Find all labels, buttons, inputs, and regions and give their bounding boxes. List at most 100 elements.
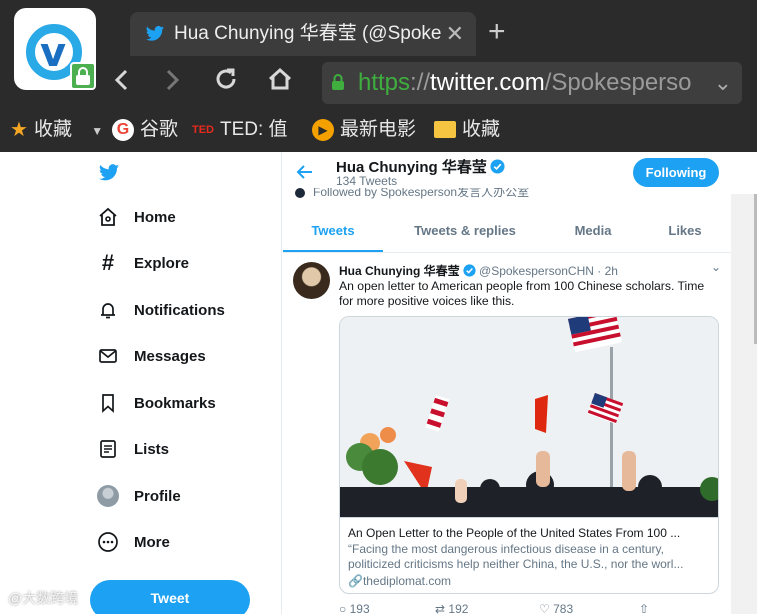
- folder-icon: [434, 121, 456, 139]
- followed-by[interactable]: Followed by Spokesperson发言人办公室: [295, 188, 529, 200]
- sidebar-item-label: Messages: [134, 347, 206, 365]
- twitter-logo-icon[interactable]: [96, 162, 122, 184]
- hashtag-icon: #: [101, 250, 115, 275]
- sidebar-item-lists[interactable]: Lists: [96, 434, 169, 464]
- tab-tweets-replies[interactable]: Tweets & replies: [393, 216, 537, 252]
- lock-icon: [70, 62, 96, 90]
- home-button[interactable]: [262, 64, 298, 102]
- back-arrow-icon[interactable]: [295, 162, 315, 182]
- tweet-button[interactable]: Tweet: [90, 580, 250, 614]
- tab-close-icon[interactable]: ✕: [446, 12, 464, 56]
- share-icon: ⇧: [639, 602, 650, 614]
- profile-icon: [96, 484, 120, 508]
- chevron-down-icon[interactable]: ⌄: [711, 260, 721, 274]
- retweet-icon: ⇄: [435, 602, 446, 614]
- card-link-text: thediplomat.com: [362, 574, 451, 588]
- bookmark-favorites[interactable]: ★ 收藏 ▼: [10, 112, 103, 148]
- bookmark-label: 收藏: [462, 119, 501, 140]
- sidebar-item-profile[interactable]: Profile: [96, 481, 181, 511]
- bookmark-movies[interactable]: ▶ 最新电影: [312, 112, 420, 148]
- tab-media[interactable]: Media: [553, 216, 633, 252]
- sidebar-item-home[interactable]: Home: [96, 202, 176, 232]
- like-count: 783: [553, 602, 574, 614]
- heart-icon: ♡: [539, 602, 550, 614]
- retweet-button[interactable]: ⇄ 192: [435, 602, 468, 614]
- back-arrow-icon: [114, 69, 128, 91]
- bookmark-label: 谷歌: [140, 119, 179, 140]
- list-icon: [96, 437, 120, 461]
- bookmark-ted[interactable]: TED TED: 值: [192, 112, 296, 148]
- url-scheme: https: [358, 69, 411, 96]
- tweet[interactable]: Hua Chunying 华春莹 @SpokespersonCHN · 2h ⌄…: [283, 254, 731, 614]
- sidebar-item-more[interactable]: More: [96, 527, 170, 557]
- browser-tab[interactable]: Hua Chunying 华春莹 (@Spoke ✕: [130, 12, 476, 56]
- tab-tweets[interactable]: Tweets: [283, 216, 383, 252]
- reply-icon: ○: [339, 602, 347, 614]
- bookmark-label: 最新电影: [340, 119, 417, 140]
- link-card[interactable]: An Open Letter to the People of the Unit…: [339, 316, 719, 594]
- reply-count: 193: [349, 602, 370, 614]
- sidebar-item-bookmarks[interactable]: Bookmarks: [96, 388, 216, 418]
- google-icon: G: [112, 118, 134, 141]
- tweet-author[interactable]: Hua Chunying 华春莹: [339, 264, 460, 278]
- sidebar-item-messages[interactable]: Messages: [96, 341, 206, 371]
- forward-button[interactable]: [154, 64, 190, 102]
- followed-by-label: Followed by Spokesperson发言人办公室: [313, 188, 530, 199]
- verified-badge-icon: [463, 264, 476, 277]
- home-browser-icon: [268, 67, 292, 90]
- home-icon: [96, 205, 120, 229]
- avatar: [295, 188, 305, 198]
- bookmark-google[interactable]: G 谷歌: [112, 112, 178, 148]
- twitter-bird-icon: [145, 26, 165, 41]
- envelope-icon: [96, 344, 120, 368]
- following-button[interactable]: Following: [633, 158, 719, 187]
- url-path: /Spokesperso: [544, 69, 692, 96]
- sidebar-item-explore[interactable]: # Explore: [96, 248, 189, 278]
- sidebar-item-label: Lists: [134, 440, 170, 458]
- card-link: 🔗thediplomat.com: [348, 574, 712, 589]
- url-separator: ://: [410, 69, 431, 96]
- reload-icon: [216, 68, 236, 89]
- sidebar-item-label: Profile: [134, 487, 181, 505]
- verified-badge-icon: [490, 159, 505, 174]
- browser-chrome: v Hua Chunying 华春莹 (@Spoke ✕ + https://t…: [0, 0, 757, 152]
- browser-logo-icon[interactable]: v: [14, 8, 96, 90]
- bookmark-icon: [96, 391, 120, 415]
- bell-icon: [96, 298, 120, 322]
- chevron-down-icon[interactable]: ⌄: [714, 62, 732, 104]
- profile-header: Hua Chunying 华春莹 134 Tweets Following: [283, 152, 731, 192]
- tweet-actions: ○ 193 ⇄ 192 ♡ 783 ⇧: [339, 602, 719, 614]
- sidebar-item-label: Notifications: [134, 301, 225, 319]
- bookmark-folder[interactable]: 收藏: [434, 112, 500, 148]
- sidebar: Home # Explore Notifications Messages Bo…: [0, 152, 282, 614]
- share-button[interactable]: ⇧: [639, 602, 649, 614]
- sidebar-item-label: Home: [134, 208, 176, 226]
- sidebar-item-label: Explore: [134, 254, 190, 272]
- secure-lock-icon: [332, 74, 344, 90]
- more-icon: [96, 530, 120, 554]
- like-button[interactable]: ♡ 783: [539, 602, 573, 614]
- address-bar[interactable]: https://twitter.com/Spokesperso ⌄: [322, 62, 742, 104]
- url-host: twitter.com: [430, 69, 545, 96]
- forward-arrow-icon: [166, 69, 180, 91]
- link-icon: 🔗: [348, 574, 363, 588]
- tab-title: Hua Chunying 华春莹 (@Spoke: [174, 23, 442, 44]
- bookmark-label: 收藏: [33, 119, 72, 141]
- reply-button[interactable]: ○ 193: [339, 602, 370, 614]
- sidebar-item-notifications[interactable]: Notifications: [96, 295, 225, 325]
- sidebar-item-label: More: [134, 533, 170, 551]
- card-body: An Open Letter to the People of the Unit…: [340, 517, 718, 593]
- avatar[interactable]: [293, 262, 330, 299]
- chevron-down-icon[interactable]: ▼: [91, 124, 103, 138]
- sidebar-item-label: Bookmarks: [134, 394, 216, 412]
- tweet-handle: @SpokespersonCHN · 2h: [479, 264, 618, 278]
- profile-tabs: Tweets Tweets & replies Media Likes: [283, 216, 731, 253]
- reload-button[interactable]: [208, 64, 244, 102]
- card-title: An Open Letter to the People of the Unit…: [348, 526, 681, 540]
- new-tab-button[interactable]: +: [488, 14, 506, 50]
- back-button[interactable]: [104, 64, 140, 102]
- movie-icon: ▶: [312, 118, 334, 141]
- bookmark-label: TED: 值: [220, 119, 288, 141]
- tab-likes[interactable]: Likes: [649, 216, 721, 252]
- card-description: “Facing the most dangerous infectious di…: [348, 542, 684, 571]
